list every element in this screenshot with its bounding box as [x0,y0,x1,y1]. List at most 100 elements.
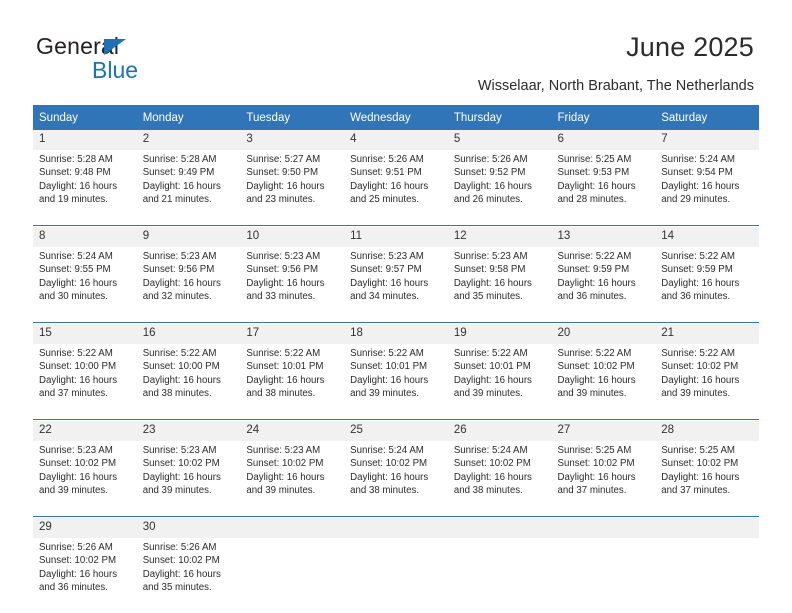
day-cell[interactable]: Sunrise: 5:22 AM Sunset: 10:01 PM Daylight… [344,344,448,420]
daylight-text-line2: and 38 minutes. [350,485,420,497]
day-number[interactable]: 22 [33,421,137,441]
daylight-text-line2: and 36 minutes. [557,291,627,303]
day-number[interactable]: 16 [136,324,241,344]
daylight-text-line1: Daylight: 16 hours [142,471,221,483]
day-cell[interactable]: Sunrise: 5:22 AM Sunset: 10:01 PM Daylight… [447,344,552,420]
day-cell[interactable]: Sunrise: 5:25 AM Sunset: 10:02 PM Daylight… [655,441,759,517]
sunset-text: Sunset: 10:02 PM [661,361,739,373]
daylight-text-line1: Daylight: 16 hours [661,180,740,192]
day-number[interactable]: 9 [136,227,241,247]
day-cell[interactable]: Sunrise: 5:27 AM Sunset: 9:50 PM Daylight:… [240,150,345,226]
day-number[interactable]: 21 [655,324,759,344]
day-number[interactable]: 7 [655,130,759,150]
day-cell[interactable]: Sunrise: 5:23 AM Sunset: 9:58 PM Daylight:… [447,247,552,323]
day-cell[interactable]: Sunrise: 5:22 AM Sunset: 10:02 PM Daylight… [655,344,759,420]
day-number[interactable]: 12 [447,227,552,247]
day-number[interactable]: 28 [655,421,759,441]
brand-logo[interactable]: General Blue [36,33,296,91]
day-number[interactable]: 25 [344,421,448,441]
sunset-text: Sunset: 10:02 PM [142,555,220,567]
day-cell[interactable]: Sunrise: 5:25 AM Sunset: 10:02 PM Daylight… [551,441,656,517]
daylight-text-line2: and 39 minutes. [661,388,731,400]
day-number[interactable]: 17 [240,324,345,344]
day-cell[interactable]: Sunrise: 5:23 AM Sunset: 10:02 PM Daylight… [240,441,345,517]
daylight-text-line2: and 39 minutes. [39,485,108,497]
daylight-text-line2: and 38 minutes. [453,485,523,497]
day-number[interactable]: 29 [33,518,137,538]
day-cell[interactable]: Sunrise: 5:28 AM Sunset: 9:49 PM Daylight:… [136,150,241,226]
sunrise-text: Sunrise: 5:25 AM [557,445,632,456]
day-cell[interactable]: Sunrise: 5:24 AM Sunset: 9:55 PM Daylight:… [33,247,137,323]
day-cell[interactable]: Sunrise: 5:24 AM Sunset: 10:02 PM Daylight… [447,441,552,517]
day-cell[interactable]: Sunrise: 5:24 AM Sunset: 10:02 PM Daylight… [344,441,448,517]
sunrise-text: Sunrise: 5:24 AM [453,445,528,456]
daylight-text-line2: and 38 minutes. [142,388,212,400]
day-number[interactable]: 14 [655,227,759,247]
sunrise-text: Sunrise: 5:23 AM [246,445,321,456]
sunset-text: Sunset: 10:02 PM [557,458,635,470]
day-number[interactable]: 30 [136,518,241,538]
day-cell[interactable]: Sunrise: 5:23 AM Sunset: 9:57 PM Daylight:… [344,247,448,323]
weekday-header-sunday: Sunday [33,105,137,130]
day-cell[interactable]: Sunrise: 5:22 AM Sunset: 10:00 PM Daylight… [33,344,137,420]
day-cell[interactable]: Sunrise: 5:22 AM Sunset: 9:59 PM Daylight:… [655,247,759,323]
day-number[interactable]: 1 [33,130,137,150]
day-number[interactable]: 10 [240,227,345,247]
day-cell[interactable]: Sunrise: 5:23 AM Sunset: 9:56 PM Daylight:… [240,247,345,323]
sunrise-text: Sunrise: 5:23 AM [142,445,217,456]
sunset-text: Sunset: 9:58 PM [453,264,526,276]
day-number[interactable]: 20 [551,324,656,344]
sunrise-text: Sunrise: 5:23 AM [453,251,528,262]
day-cell[interactable]: Sunrise: 5:28 AM Sunset: 9:48 PM Daylight:… [33,150,137,226]
day-number[interactable]: 5 [447,130,552,150]
daylight-text-line1: Daylight: 16 hours [39,277,118,289]
sunrise-text: Sunrise: 5:24 AM [350,445,424,456]
day-number[interactable]: 19 [447,324,552,344]
day-cell[interactable]: Sunrise: 5:22 AM Sunset: 10:02 PM Daylight… [551,344,656,420]
day-cell[interactable]: Sunrise: 5:26 AM Sunset: 10:02 PM Daylight… [136,538,241,613]
daylight-text-line2: and 38 minutes. [246,388,316,400]
day-number[interactable]: 8 [33,227,137,247]
day-number[interactable]: 27 [551,421,656,441]
daylight-text-line2: and 36 minutes. [661,291,731,303]
sunrise-text: Sunrise: 5:22 AM [142,348,217,359]
day-number[interactable]: 15 [33,324,137,344]
day-number-row: 15 16 17 18 19 20 21 [33,324,759,344]
day-number[interactable]: 11 [344,227,448,247]
daylight-text-line2: and 35 minutes. [453,291,523,303]
daylight-text-line1: Daylight: 16 hours [350,180,429,192]
day-number[interactable]: 24 [240,421,345,441]
daylight-text-line2: and 32 minutes. [142,291,212,303]
day-number[interactable]: 6 [551,130,656,150]
sunrise-text: Sunrise: 5:23 AM [246,251,321,262]
day-number-empty [344,518,448,538]
day-cell[interactable]: Sunrise: 5:23 AM Sunset: 9:56 PM Daylight:… [136,247,241,323]
day-cell[interactable]: Sunrise: 5:22 AM Sunset: 9:59 PM Daylight:… [551,247,656,323]
day-number[interactable]: 3 [240,130,345,150]
day-cell-empty [447,538,552,613]
day-cell[interactable]: Sunrise: 5:25 AM Sunset: 9:53 PM Daylight:… [551,150,656,226]
day-number[interactable]: 18 [344,324,448,344]
daylight-text-line2: and 21 minutes. [142,194,212,206]
sunset-text: Sunset: 9:48 PM [39,167,111,179]
daylight-text-line2: and 19 minutes. [39,194,108,206]
day-cell[interactable]: Sunrise: 5:26 AM Sunset: 9:52 PM Daylight:… [447,150,552,226]
calendar-body: 1 2 3 4 5 6 7 Sunrise: 5:28 AM Sunset: 9:48 PM Da… [33,130,759,613]
day-cell[interactable]: Sunrise: 5:23 AM Sunset: 10:02 PM Daylight… [33,441,137,517]
day-cell[interactable]: Sunrise: 5:22 AM Sunset: 10:00 PM Daylight… [136,344,241,420]
daylight-text-line1: Daylight: 16 hours [39,471,118,483]
day-cell[interactable]: Sunrise: 5:23 AM Sunset: 10:02 PM Daylight… [136,441,241,517]
day-number[interactable]: 4 [344,130,448,150]
day-number[interactable]: 2 [136,130,241,150]
day-number-empty [240,518,345,538]
weekday-header-friday: Friday [551,105,656,130]
day-number[interactable]: 23 [136,421,241,441]
sunrise-text: Sunrise: 5:26 AM [142,542,217,553]
day-cell[interactable]: Sunrise: 5:26 AM Sunset: 10:02 PM Daylight… [33,538,137,613]
sunset-text: Sunset: 10:02 PM [350,458,428,470]
day-cell[interactable]: Sunrise: 5:24 AM Sunset: 9:54 PM Daylight:… [655,150,759,226]
day-number[interactable]: 26 [447,421,552,441]
day-number[interactable]: 13 [551,227,656,247]
day-cell[interactable]: Sunrise: 5:22 AM Sunset: 10:01 PM Daylight… [240,344,345,420]
day-cell[interactable]: Sunrise: 5:26 AM Sunset: 9:51 PM Daylight:… [344,150,448,226]
